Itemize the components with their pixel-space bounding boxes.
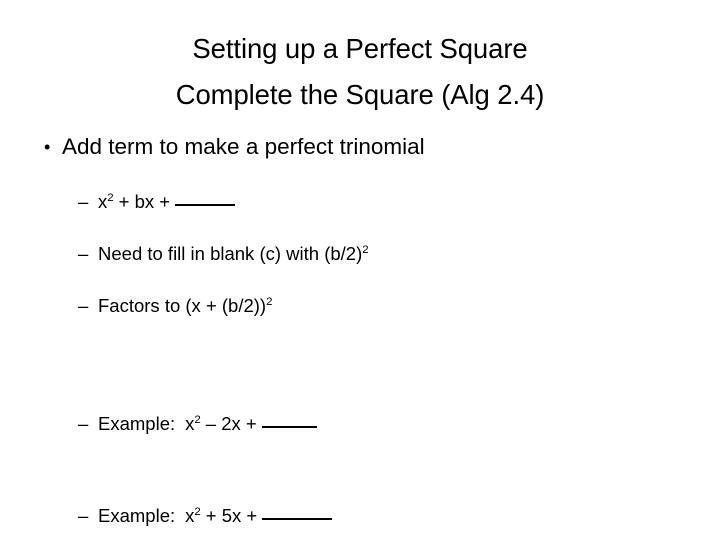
bullet-level2-example-2: – Example: x2 + 5x + bbox=[30, 503, 690, 529]
bullet-dash-icon: – bbox=[78, 243, 89, 264]
slide-title: Setting up a Perfect Square Complete the… bbox=[40, 26, 680, 118]
example-2-rest: + 5x + bbox=[205, 505, 258, 526]
example-2-exponent: 2 bbox=[194, 505, 201, 518]
slide-body: • Add term to make a perfect trinomial –… bbox=[30, 131, 690, 529]
answer-blank-example-2 bbox=[262, 518, 333, 520]
formula-rest: + bx + bbox=[118, 191, 171, 212]
need-to-fill-exponent: 2 bbox=[362, 243, 369, 256]
bullet-dash-icon: – bbox=[78, 295, 89, 316]
spacer-after-level1 bbox=[30, 163, 690, 189]
answer-blank-general bbox=[175, 204, 236, 206]
need-to-fill-text: Need to fill in blank (c) with (b/2) bbox=[98, 243, 363, 264]
bullet-dash-icon: – bbox=[78, 191, 89, 212]
example-1-rest: – 2x + bbox=[205, 413, 257, 434]
formula-base: x bbox=[98, 191, 108, 212]
bullet-dash-icon: – bbox=[78, 505, 89, 526]
answer-blank-example-1 bbox=[261, 426, 317, 428]
bullet-level1-add-term: • Add term to make a perfect trinomial bbox=[30, 131, 690, 163]
bullet-dot-icon: • bbox=[44, 137, 51, 157]
bullet-level2-need-to-fill: – Need to fill in blank (c) with (b/2)2 bbox=[30, 241, 690, 267]
bullet-level2-example-1: – Example: x2 – 2x + bbox=[30, 411, 690, 437]
bullet-level2-factors-to: – Factors to (x + (b/2))2 bbox=[30, 293, 690, 319]
factors-to-text: Factors to (x + (b/2)) bbox=[98, 295, 267, 316]
title-line-2: Complete the Square (Alg 2.4) bbox=[175, 79, 545, 110]
bullet-level1-label: Add term to make a perfect trinomial bbox=[62, 134, 425, 159]
example-2-base: x bbox=[185, 505, 195, 526]
bullet-dash-icon: – bbox=[78, 413, 89, 434]
example-1-label: Example: bbox=[98, 413, 176, 434]
formula-exponent: 2 bbox=[107, 191, 114, 204]
slide-canvas: Setting up a Perfect Square Complete the… bbox=[0, 0, 720, 540]
example-2-label: Example: bbox=[98, 505, 176, 526]
factors-to-exponent: 2 bbox=[266, 295, 273, 308]
example-1-exponent: 2 bbox=[194, 413, 201, 426]
bullet-level2-formula-general: – x2 + bx + bbox=[30, 189, 690, 215]
title-line-1: Setting up a Perfect Square bbox=[192, 33, 528, 64]
example-1-base: x bbox=[185, 413, 195, 434]
